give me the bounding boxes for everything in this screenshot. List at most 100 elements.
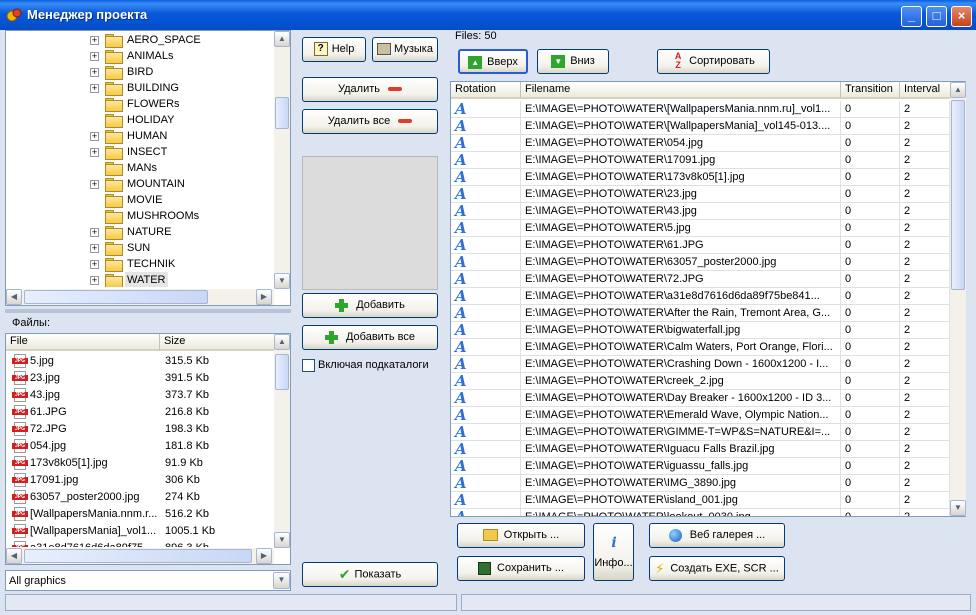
scroll-down-icon[interactable]: ▼: [950, 500, 966, 516]
slide-row[interactable]: A E:\IMAGE\=PHOTO\WATER\iguassu_falls.jpg…: [451, 458, 950, 475]
file-row[interactable]: JPG 5.jpg 315.5 Kb: [6, 353, 274, 370]
expand-icon[interactable]: +: [90, 276, 99, 285]
scroll-thumb[interactable]: [275, 354, 289, 390]
col-size[interactable]: Size: [160, 334, 274, 351]
tree-item[interactable]: + SUN: [6, 240, 274, 256]
chevron-down-icon[interactable]: ▼: [273, 572, 290, 589]
open-button[interactable]: Открыть ...: [457, 523, 585, 548]
tree-item[interactable]: + TECHNIK: [6, 256, 274, 272]
tree-item[interactable]: + WATER: [6, 272, 274, 287]
file-row[interactable]: JPG [WallpapersMania.nnm.r... 516.2 Kb: [6, 506, 274, 523]
slide-row[interactable]: A E:\IMAGE\=PHOTO\WATER\Day Breaker - 160…: [451, 390, 950, 407]
col-interval[interactable]: Interval: [900, 82, 950, 99]
expand-icon[interactable]: +: [90, 36, 99, 45]
tree-item[interactable]: + MOUNTAIN: [6, 176, 274, 192]
slide-row[interactable]: A E:\IMAGE\=PHOTO\WATER\GIMME-T=WP&S=NATU…: [451, 424, 950, 441]
expand-icon[interactable]: +: [90, 52, 99, 61]
expand-icon[interactable]: +: [90, 132, 99, 141]
add-all-button[interactable]: Добавить все: [302, 325, 438, 350]
tree-item[interactable]: + BUILDING: [6, 80, 274, 96]
tree-vscrollbar[interactable]: ▲ ▼: [274, 31, 290, 289]
info-button[interactable]: i Инфо...: [593, 523, 634, 581]
tree-item[interactable]: + ANIMALs: [6, 48, 274, 64]
file-row[interactable]: JPG 054.jpg 181.8 Kb: [6, 438, 274, 455]
slide-row[interactable]: A E:\IMAGE\=PHOTO\WATER\[WallpapersMania.…: [451, 101, 950, 118]
slide-row[interactable]: A E:\IMAGE\=PHOTO\WATER\Iguacu Falls Braz…: [451, 441, 950, 458]
slide-row[interactable]: A E:\IMAGE\=PHOTO\WATER\Emerald Wave, Oly…: [451, 407, 950, 424]
slide-row[interactable]: A E:\IMAGE\=PHOTO\WATER\Calm Waters, Port…: [451, 339, 950, 356]
create-exe-button[interactable]: ⚡ Создать EXE, SCR ...: [649, 556, 785, 581]
scroll-down-icon[interactable]: ▼: [274, 532, 290, 548]
expand-icon[interactable]: +: [90, 148, 99, 157]
up-button[interactable]: ▲ Вверх: [458, 49, 528, 74]
slide-row[interactable]: A E:\IMAGE\=PHOTO\WATER\island_001.jpg 0 2: [451, 492, 950, 509]
file-row[interactable]: JPG [WallpapersMania]_vol1... 1005.1 Kb: [6, 523, 274, 540]
slide-row[interactable]: A E:\IMAGE\=PHOTO\WATER\creek_2.jpg 0 2: [451, 373, 950, 390]
scroll-thumb[interactable]: [24, 290, 208, 304]
slide-row[interactable]: A E:\IMAGE\=PHOTO\WATER\17091.jpg 0 2: [451, 152, 950, 169]
col-rotation[interactable]: Rotation: [451, 82, 521, 99]
show-button[interactable]: ✔ Показать: [302, 562, 438, 587]
web-gallery-button[interactable]: Веб галерея ...: [649, 523, 785, 548]
scroll-left-icon[interactable]: ◀: [6, 548, 22, 564]
file-row[interactable]: JPG 23.jpg 391.5 Kb: [6, 370, 274, 387]
music-button[interactable]: Музыка: [372, 37, 438, 62]
scroll-up-icon[interactable]: ▲: [950, 82, 966, 98]
slide-row[interactable]: A E:\IMAGE\=PHOTO\WATER\a31e8d7616d6da89f…: [451, 288, 950, 305]
minimize-button[interactable]: _: [901, 6, 922, 27]
scroll-up-icon[interactable]: ▲: [274, 334, 290, 350]
close-button[interactable]: ×: [951, 6, 972, 27]
scroll-thumb[interactable]: [275, 97, 289, 129]
include-subfolders-checkbox[interactable]: [302, 359, 315, 372]
save-button[interactable]: Сохранить ...: [457, 556, 585, 581]
file-row[interactable]: JPG 63057_poster2000.jpg 274 Kb: [6, 489, 274, 506]
slide-row[interactable]: A E:\IMAGE\=PHOTO\WATER\5.jpg 0 2: [451, 220, 950, 237]
add-button[interactable]: Добавить: [302, 293, 438, 318]
help-button[interactable]: ? Help: [302, 37, 366, 62]
file-row[interactable]: JPG 61.JPG 216.8 Kb: [6, 404, 274, 421]
tree-item[interactable]: FLOWERs: [6, 96, 274, 112]
splitter[interactable]: [5, 309, 291, 313]
delete-all-button[interactable]: Удалить все: [302, 109, 438, 134]
scroll-down-icon[interactable]: ▼: [274, 273, 290, 289]
delete-button[interactable]: Удалить: [302, 77, 438, 102]
col-transition[interactable]: Transition: [841, 82, 900, 99]
expand-icon[interactable]: +: [90, 260, 99, 269]
slide-row[interactable]: A E:\IMAGE\=PHOTO\WATER\173v8k05[1].jpg 0 2: [451, 169, 950, 186]
col-file[interactable]: File: [6, 334, 160, 351]
file-row[interactable]: JPG 17091.jpg 306 Kb: [6, 472, 274, 489]
slide-row[interactable]: AE:\IMAGE\=PHOTO\WATER\lookout_0030.jpg0…: [451, 509, 950, 516]
tree-item[interactable]: + AERO_SPACE: [6, 32, 274, 48]
scroll-left-icon[interactable]: ◀: [6, 289, 22, 305]
expand-icon[interactable]: +: [90, 244, 99, 253]
files-hscrollbar[interactable]: ◀ ▶: [6, 548, 274, 564]
expand-icon[interactable]: +: [90, 180, 99, 189]
file-row[interactable]: JPG 43.jpg 373.7 Kb: [6, 387, 274, 404]
slide-row[interactable]: A E:\IMAGE\=PHOTO\WATER\61.JPG 0 2: [451, 237, 950, 254]
tree-item[interactable]: HOLIDAY: [6, 112, 274, 128]
slide-row[interactable]: A E:\IMAGE\=PHOTO\WATER\[WallpapersMania]…: [451, 118, 950, 135]
sort-button[interactable]: A Z Сортировать: [657, 49, 770, 74]
tree-item[interactable]: + BIRD: [6, 64, 274, 80]
filter-combo[interactable]: All graphics ▼: [5, 570, 291, 591]
scroll-right-icon[interactable]: ▶: [256, 548, 272, 564]
slide-row[interactable]: A E:\IMAGE\=PHOTO\WATER\63057_poster2000.…: [451, 254, 950, 271]
slide-row[interactable]: A E:\IMAGE\=PHOTO\WATER\After the Rain, T…: [451, 305, 950, 322]
slide-row[interactable]: A E:\IMAGE\=PHOTO\WATER\054.jpg 0 2: [451, 135, 950, 152]
tree-item[interactable]: MOVIE: [6, 192, 274, 208]
maximize-button[interactable]: □: [926, 6, 947, 27]
slide-row[interactable]: A E:\IMAGE\=PHOTO\WATER\43.jpg 0 2: [451, 203, 950, 220]
scroll-thumb[interactable]: [951, 100, 965, 290]
file-row[interactable]: JPG 72.JPG 198.3 Kb: [6, 421, 274, 438]
down-button[interactable]: ▼ Вниз: [537, 49, 609, 74]
slide-row[interactable]: A E:\IMAGE\=PHOTO\WATER\Crashing Down - 1…: [451, 356, 950, 373]
scroll-thumb[interactable]: [24, 549, 252, 563]
tree-item[interactable]: + NATURE: [6, 224, 274, 240]
slide-row[interactable]: A E:\IMAGE\=PHOTO\WATER\72.JPG 0 2: [451, 271, 950, 288]
tree-item[interactable]: + INSECT: [6, 144, 274, 160]
files-vscrollbar[interactable]: ▲ ▼: [274, 334, 290, 548]
slide-row[interactable]: A E:\IMAGE\=PHOTO\WATER\23.jpg 0 2: [451, 186, 950, 203]
grid-vscrollbar[interactable]: ▲ ▼: [950, 82, 966, 516]
scroll-right-icon[interactable]: ▶: [256, 289, 272, 305]
tree-hscrollbar[interactable]: ◀ ▶: [6, 289, 274, 305]
